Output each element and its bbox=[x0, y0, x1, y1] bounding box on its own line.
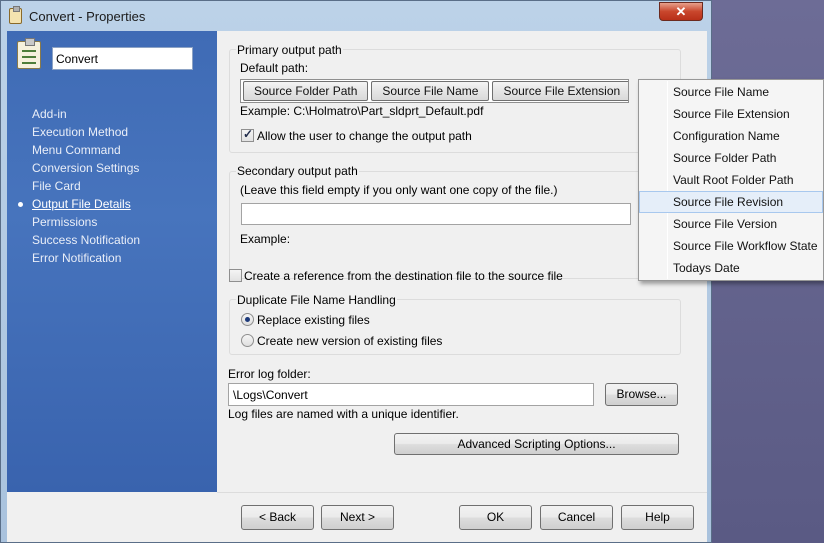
token-context-menu: Source File Name Source File Extension C… bbox=[638, 79, 824, 281]
secondary-hint: (Leave this field empty if you only want… bbox=[240, 183, 558, 197]
sidebar-item-label: Conversion Settings bbox=[32, 161, 140, 175]
token-source-file-name[interactable]: Source File Name bbox=[371, 81, 490, 101]
menu-item-todays-date[interactable]: Todays Date bbox=[639, 257, 823, 279]
sidebar-item-label: Output File Details bbox=[32, 197, 131, 211]
sidebar-item-add-in[interactable]: Add-in bbox=[7, 105, 217, 123]
menu-item-source-file-workflow-state[interactable]: Source File Workflow State bbox=[639, 235, 823, 257]
next-button[interactable]: Next > bbox=[321, 505, 394, 530]
menu-item-source-file-revision[interactable]: Source File Revision bbox=[639, 191, 823, 213]
sidebar-nav: Add-in Execution Method Menu Command Con… bbox=[7, 105, 217, 267]
ok-button[interactable]: OK bbox=[459, 505, 532, 530]
clipboard-icon bbox=[9, 6, 22, 24]
action-name-input[interactable] bbox=[52, 47, 193, 70]
back-button[interactable]: < Back bbox=[241, 505, 314, 530]
active-bullet-icon bbox=[18, 202, 23, 207]
help-button[interactable]: Help bbox=[621, 505, 694, 530]
sidebar-item-output-file-details[interactable]: Output File Details bbox=[7, 195, 217, 213]
menu-item-source-file-version[interactable]: Source File Version bbox=[639, 213, 823, 235]
create-new-version-label: Create new version of existing files bbox=[257, 334, 443, 348]
secondary-path-input[interactable] bbox=[241, 203, 631, 225]
sidebar-item-execution-method[interactable]: Execution Method bbox=[7, 123, 217, 141]
sidebar-item-conversion-settings[interactable]: Conversion Settings bbox=[7, 159, 217, 177]
error-log-label: Error log folder: bbox=[228, 367, 311, 381]
menu-item-source-folder-path[interactable]: Source Folder Path bbox=[639, 147, 823, 169]
error-log-input[interactable] bbox=[228, 383, 594, 406]
sidebar-item-label: File Card bbox=[32, 179, 81, 193]
advanced-scripting-button[interactable]: Advanced Scripting Options... bbox=[394, 433, 679, 455]
clipboard-checklist-icon bbox=[17, 38, 41, 69]
secondary-output-label: Secondary output path bbox=[236, 164, 359, 178]
title-bar[interactable]: Convert - Properties ✕ bbox=[1, 1, 711, 31]
menu-item-source-file-extension[interactable]: Source File Extension bbox=[639, 103, 823, 125]
default-path-tokens[interactable]: Source Folder Path Source File Name Sour… bbox=[240, 79, 629, 103]
footer-divider bbox=[217, 492, 707, 493]
token-source-file-extension[interactable]: Source File Extension bbox=[492, 81, 628, 101]
sidebar-item-label: Execution Method bbox=[32, 125, 129, 139]
sidebar: Add-in Execution Method Menu Command Con… bbox=[7, 31, 217, 492]
menu-item-configuration-name[interactable]: Configuration Name bbox=[639, 125, 823, 147]
create-reference-label: Create a reference from the destination … bbox=[244, 269, 563, 283]
replace-existing-radio[interactable] bbox=[241, 313, 254, 326]
close-button[interactable]: ✕ bbox=[659, 2, 703, 21]
menu-item-source-file-name[interactable]: Source File Name bbox=[639, 81, 823, 103]
dialog-client: Add-in Execution Method Menu Command Con… bbox=[7, 31, 707, 542]
default-path-label: Default path: bbox=[240, 61, 309, 75]
primary-output-label: Primary output path bbox=[236, 43, 343, 57]
sidebar-item-file-card[interactable]: File Card bbox=[7, 177, 217, 195]
allow-change-label: Allow the user to change the output path bbox=[257, 129, 472, 143]
menu-item-vault-root-folder-path[interactable]: Vault Root Folder Path bbox=[639, 169, 823, 191]
cancel-button[interactable]: Cancel bbox=[540, 505, 613, 530]
allow-change-checkbox[interactable] bbox=[241, 127, 254, 142]
token-source-folder-path[interactable]: Source Folder Path bbox=[243, 81, 369, 101]
sidebar-item-error-notification[interactable]: Error Notification bbox=[7, 249, 217, 267]
sidebar-item-permissions[interactable]: Permissions bbox=[7, 213, 217, 231]
replace-existing-label: Replace existing files bbox=[257, 313, 370, 327]
main-panel: Primary output path Default path: Source… bbox=[217, 31, 707, 492]
sidebar-item-label: Add-in bbox=[32, 107, 67, 121]
browse-button[interactable]: Browse... bbox=[605, 383, 678, 406]
create-reference-checkbox[interactable] bbox=[229, 269, 242, 282]
duplicate-handling-label: Duplicate File Name Handling bbox=[236, 293, 397, 307]
sidebar-item-label: Permissions bbox=[32, 215, 98, 229]
error-log-note: Log files are named with a unique identi… bbox=[228, 407, 459, 421]
sidebar-item-success-notification[interactable]: Success Notification bbox=[7, 231, 217, 249]
sidebar-item-label: Menu Command bbox=[32, 143, 121, 157]
create-new-version-radio[interactable] bbox=[241, 334, 254, 347]
sidebar-item-label: Success Notification bbox=[32, 233, 141, 247]
properties-window: Convert - Properties ✕ Add-in Execution … bbox=[0, 0, 712, 543]
sidebar-item-label: Error Notification bbox=[32, 251, 122, 265]
primary-example: Example: C:\Holmatro\Part_sldprt_Default… bbox=[240, 104, 484, 118]
secondary-example-label: Example: bbox=[240, 232, 291, 246]
sidebar-item-menu-command[interactable]: Menu Command bbox=[7, 141, 217, 159]
window-title: Convert - Properties bbox=[29, 8, 146, 24]
